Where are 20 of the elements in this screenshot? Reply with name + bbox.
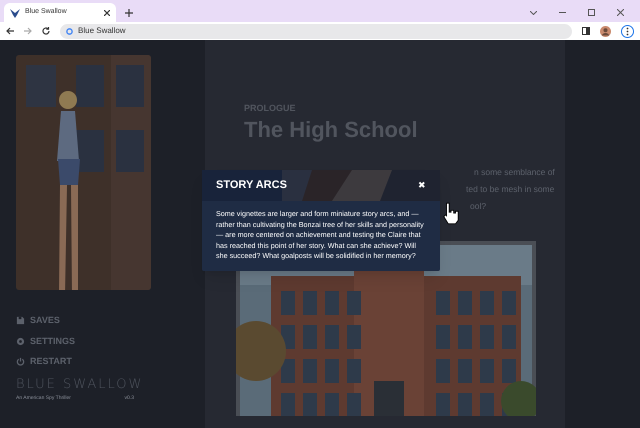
close-icon[interactable] [104, 10, 110, 16]
address-bar[interactable]: Blue Swallow [60, 24, 572, 38]
avatar-icon[interactable] [600, 26, 611, 36]
settings-icon [16, 336, 25, 346]
save-icon [16, 316, 25, 326]
maximize-icon[interactable] [588, 9, 595, 16]
power-icon [16, 357, 25, 366]
close-button[interactable]: ✖ [418, 178, 426, 192]
reload-icon[interactable] [42, 27, 50, 35]
new-tab-icon[interactable] [125, 9, 133, 17]
story-text: n some semblance of [474, 166, 556, 178]
back-icon[interactable] [6, 27, 14, 35]
story-text: ted to be mesh in some [466, 182, 556, 196]
hand-cursor-icon [442, 202, 460, 225]
story-text: ool? [470, 200, 488, 212]
modal-title: STORY ARCS [216, 178, 287, 194]
menu-icon[interactable] [621, 24, 634, 38]
chevron-icon[interactable] [530, 10, 537, 14]
close-icon[interactable] [617, 9, 624, 16]
sidebar-icon[interactable] [582, 27, 590, 35]
